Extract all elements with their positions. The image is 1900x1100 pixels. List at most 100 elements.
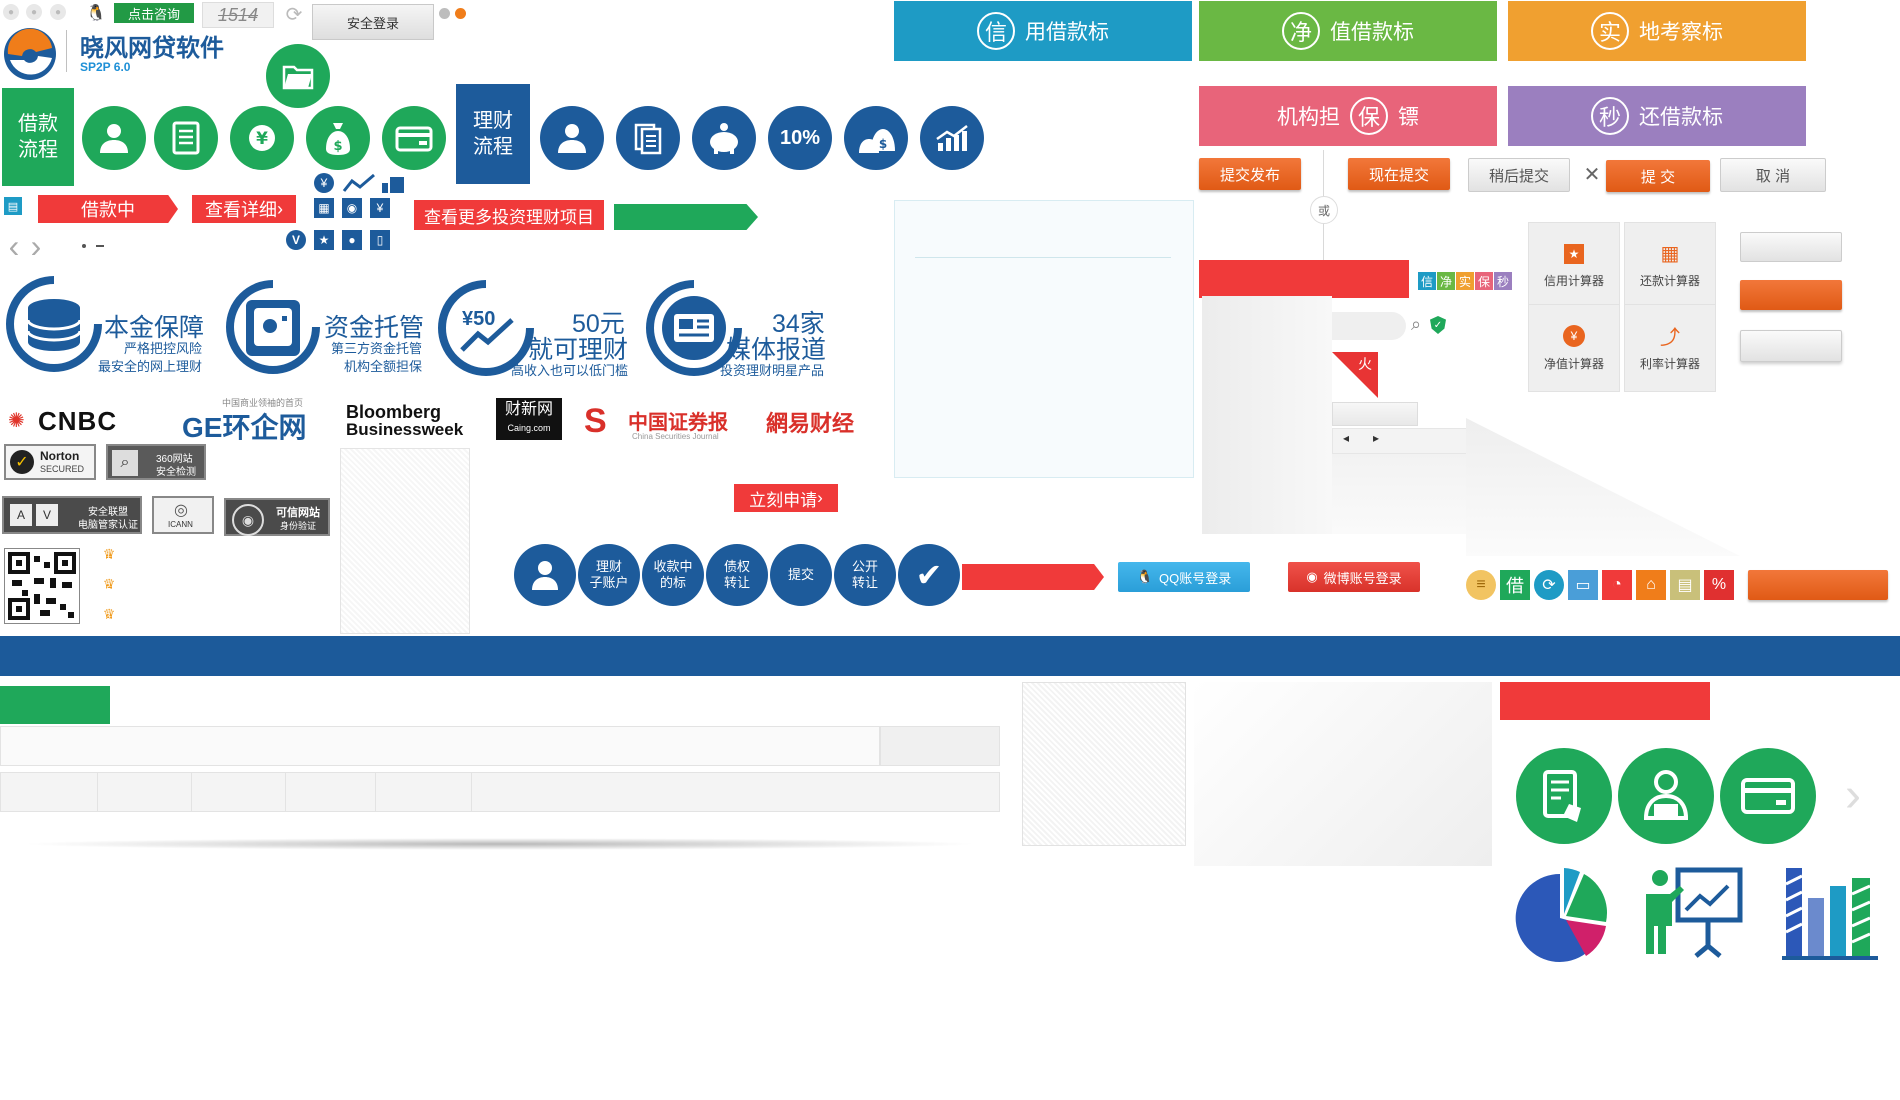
weibo-login-button[interactable]: ◉ 微博账号登录 xyxy=(1288,562,1420,592)
step-user-glyph xyxy=(532,561,558,590)
submit-later-button[interactable]: 稍后提交 xyxy=(1468,158,1570,192)
pager-right-icon[interactable]: ▸ xyxy=(1373,431,1379,445)
secure-login-button[interactable]: 安全登录 xyxy=(312,4,434,40)
step-sub-account[interactable]: 理财 子账户 xyxy=(578,544,640,606)
wide-orange-button[interactable] xyxy=(1748,570,1888,600)
apply-now-button[interactable]: 立刻申请 › xyxy=(734,484,838,512)
360-line2: 安全检测 xyxy=(156,467,196,478)
blank-gray-button-2[interactable] xyxy=(1740,330,1842,362)
view-more-projects-button[interactable]: 查看更多投资理财项目 xyxy=(414,200,604,230)
blank-gray-button[interactable] xyxy=(1740,232,1842,262)
step-check-icon[interactable]: ✔ xyxy=(898,544,960,606)
card-tilted-icon: ▭ xyxy=(1568,570,1598,600)
bank-card-large-glyph xyxy=(1741,778,1795,814)
folder-icon[interactable] xyxy=(266,44,330,108)
bid-type-instant[interactable]: 秒 还借款标 xyxy=(1508,86,1806,146)
rate-calculator-button[interactable]: ⤴ 利率计算器 xyxy=(1624,304,1716,392)
share-icon[interactable]: ● xyxy=(50,4,66,20)
refresh-icon[interactable]: ⟳ xyxy=(282,2,306,26)
weibo-icon[interactable]: ● xyxy=(3,4,19,20)
investor-user-glyph xyxy=(558,124,586,153)
yen-exchange-icon[interactable]: ¥ xyxy=(230,106,294,170)
360-security-badge[interactable]: ⌕ 360网站 安全检测 xyxy=(106,444,206,480)
norton-line2: SECURED xyxy=(40,464,85,474)
securities-journal-logo: S 中国证券报 China Securities Journal xyxy=(584,402,734,446)
card-divider xyxy=(915,257,1171,258)
submit-button[interactable]: 提 交 xyxy=(1606,160,1710,192)
shield-a-icon: A xyxy=(10,504,32,526)
step-line1: 债权 xyxy=(723,559,750,574)
icann-text: ICANN xyxy=(168,520,193,529)
feature-sub-50: 高收入也可以低门槛 xyxy=(510,363,628,378)
document-icon[interactable] xyxy=(154,106,218,170)
qq-icon: 🐧 xyxy=(1136,569,1153,584)
vip-icon: V xyxy=(286,230,306,250)
money-bags-icon[interactable]: $ xyxy=(844,106,908,170)
interest-rate-icon[interactable]: 10% xyxy=(768,106,832,170)
security-alliance-badge[interactable]: A V 安全联盟 电脑管家认证 xyxy=(2,496,142,534)
grid-small-icon: ▦ xyxy=(314,198,334,218)
trusted-site-badge[interactable]: ◉ 可信网站 身份验证 xyxy=(224,498,330,536)
user-icon[interactable] xyxy=(82,106,146,170)
bid-type-networth[interactable]: 净 值借款标 xyxy=(1199,1,1497,61)
step-public-transfer[interactable]: 公开 转让 xyxy=(834,544,896,606)
close-icon[interactable]: ✕ xyxy=(1580,160,1604,188)
segment-divider xyxy=(191,773,192,811)
norton-badge[interactable]: ✓ Norton SECURED xyxy=(4,444,96,480)
growth-chart-icon[interactable] xyxy=(920,106,984,170)
repayment-calculator-button[interactable]: ▦ 还款计算器 xyxy=(1624,222,1716,310)
caixin-line1: 财新网 xyxy=(504,401,553,418)
wechat-icon[interactable]: ● xyxy=(26,4,42,20)
loan-flow-line1: 借款 xyxy=(18,113,58,135)
shield-check-icon: ✓ xyxy=(1430,316,1446,334)
submit-now-button[interactable]: 现在提交 xyxy=(1348,158,1450,190)
documents-icon[interactable] xyxy=(616,106,680,170)
weibo-login-icon: ◉ xyxy=(1306,569,1318,584)
norton-line1: Norton xyxy=(40,449,80,463)
chevron-right-faded-icon[interactable]: › xyxy=(1838,769,1868,822)
qq-login-button[interactable]: 🐧 QQ账号登录 xyxy=(1118,562,1250,592)
or-label: 或 xyxy=(1310,196,1338,224)
view-detail-button[interactable]: 查看详细 › xyxy=(192,195,296,223)
trusted-line2: 身份验证 xyxy=(280,521,317,531)
consult-button[interactable]: 点击咨询 xyxy=(114,3,194,23)
cancel-button[interactable]: 取 消 xyxy=(1720,158,1826,192)
loan-flow-line2: 流程 xyxy=(18,139,58,161)
logo[interactable]: 晓风网贷软件 SP2P 6.0 xyxy=(0,24,240,80)
step-line2: 转让 xyxy=(851,575,878,590)
ge-logo: 中国商业领袖的首页 GE环企网 xyxy=(182,396,332,443)
house-icon: ⌂ xyxy=(1636,570,1666,600)
investor-user-icon[interactable] xyxy=(540,106,604,170)
peacock-icon: ✺ xyxy=(8,410,25,432)
magnifier-icon: ⌕ xyxy=(112,450,138,476)
networth-calculator-button[interactable]: ¥ 净值计算器 xyxy=(1528,304,1620,392)
pager-left-icon[interactable]: ◂ xyxy=(1343,431,1349,445)
icann-badge[interactable]: ◎ ICANN xyxy=(152,496,214,534)
tag-small-icon: ▤ xyxy=(4,197,22,215)
step-submit[interactable]: 提交 xyxy=(770,544,832,606)
step-user-icon[interactable] xyxy=(514,544,576,606)
step-line1: 公开 xyxy=(851,559,878,574)
wide-input-bar-end[interactable] xyxy=(880,726,1000,766)
chevron-left-icon[interactable]: ‹ xyxy=(2,228,26,264)
bar-chart-icon xyxy=(1782,868,1878,960)
step-debt-transfer[interactable]: 债权 转让 xyxy=(706,544,768,606)
blank-orange-button[interactable] xyxy=(1740,280,1842,310)
chevron-right-nav-icon[interactable]: › xyxy=(24,228,48,264)
publish-button[interactable]: 提交发布 xyxy=(1199,158,1301,190)
credit-calculator-button[interactable]: ★ 信用计算器 xyxy=(1528,222,1620,310)
bid-type-credit[interactable]: 信 用借款标 xyxy=(894,1,1192,61)
step-receiving-bids[interactable]: 收款中 的标 xyxy=(642,544,704,606)
wide-input-bar[interactable] xyxy=(0,726,880,766)
money-bag-icon[interactable]: $ xyxy=(306,106,370,170)
bid-type-onsite[interactable]: 实 地考察标 xyxy=(1508,1,1806,61)
step-line1: 提交 xyxy=(787,567,814,582)
borrow-icon: 借 xyxy=(1500,570,1530,600)
bid-label-before: 机构担 xyxy=(1277,106,1340,129)
bank-card-icon[interactable] xyxy=(382,106,446,170)
search-icon[interactable]: ⌕ xyxy=(1404,312,1428,336)
bid-type-guarantee[interactable]: 机构担 保 镖 xyxy=(1199,86,1497,146)
calculator-label: 信用计算器 xyxy=(1543,273,1604,288)
yen-small-icon: ¥ xyxy=(314,173,334,193)
piggy-bank-icon[interactable] xyxy=(692,106,756,170)
